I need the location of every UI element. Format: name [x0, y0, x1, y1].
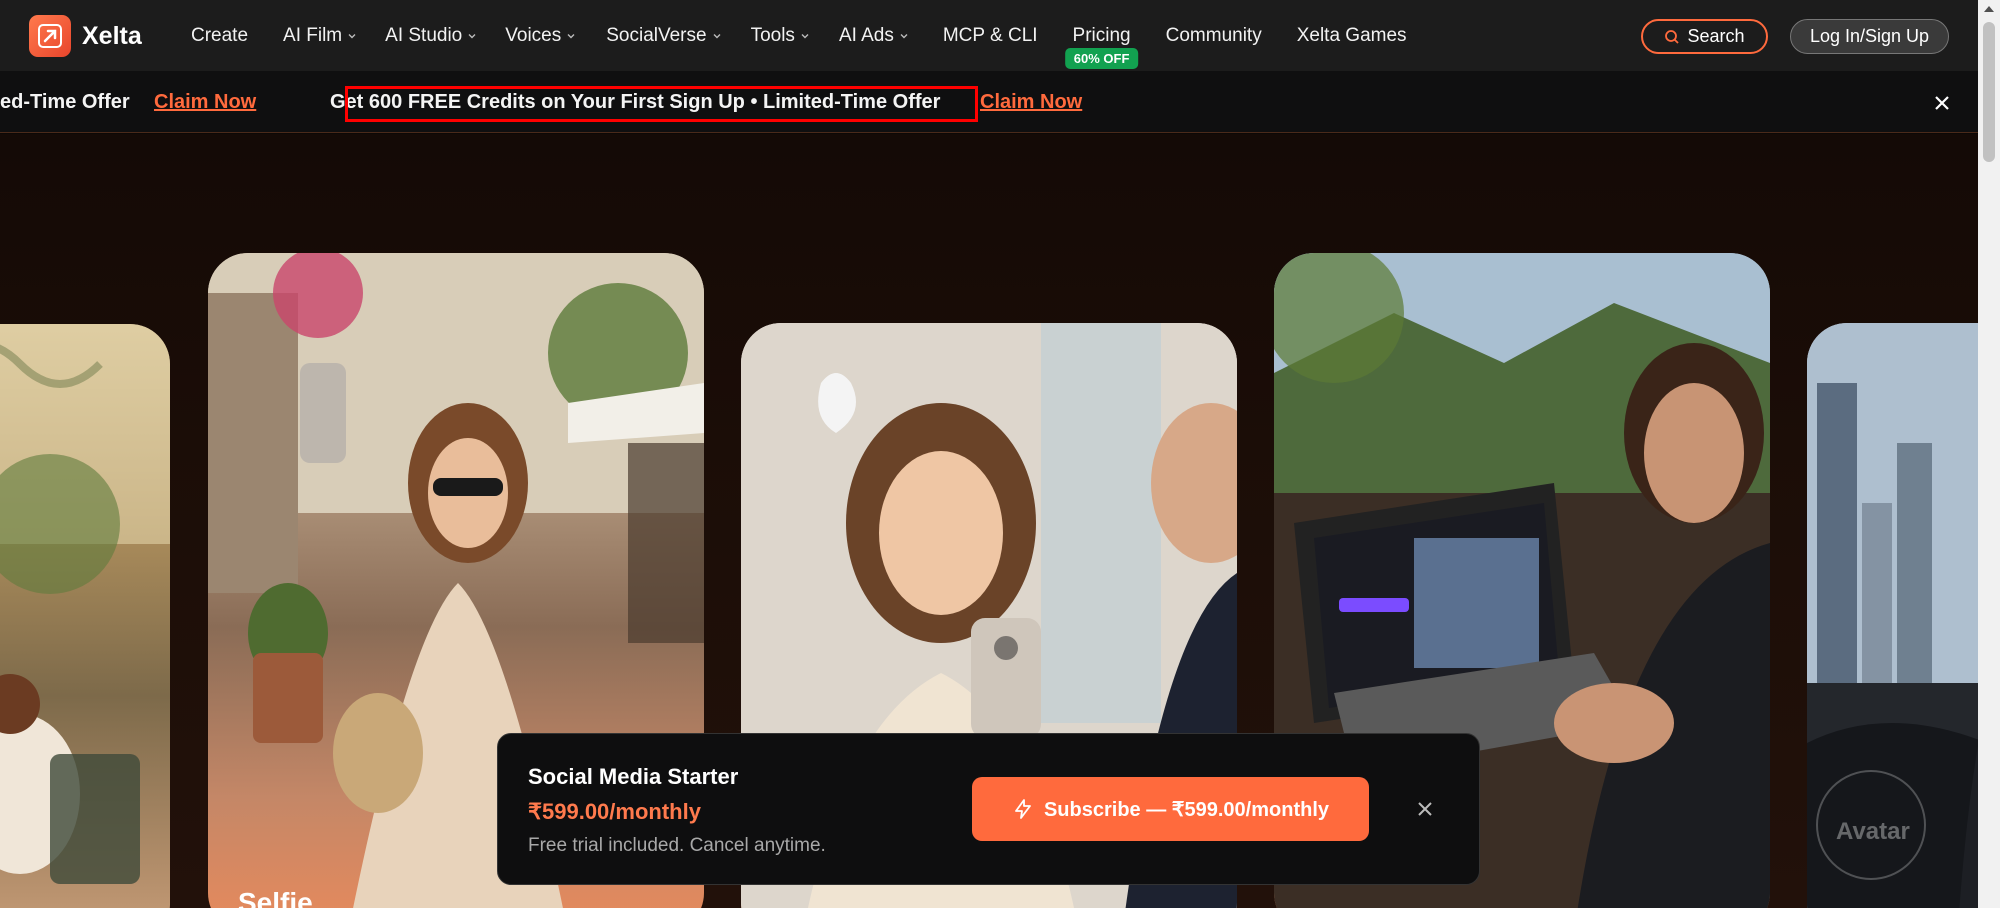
chevron-down-icon: [900, 33, 908, 38]
claim-now-link[interactable]: Claim Now: [154, 91, 256, 114]
announcement-text-partial: ed-Time Offer: [0, 91, 130, 113]
plan-price: ₹599.00/monthly: [528, 799, 701, 824]
search-button[interactable]: Search: [1641, 19, 1768, 54]
nav-item-community[interactable]: Community: [1166, 0, 1262, 71]
nav-item-xelta-games[interactable]: Xelta Games: [1297, 0, 1407, 71]
scrollbar-thumb[interactable]: [1983, 22, 1995, 162]
chevron-down-icon: [348, 33, 356, 38]
chevron-down-icon: [713, 33, 721, 38]
chevron-down-icon: [567, 33, 575, 38]
claim-now-link[interactable]: Claim Now: [980, 91, 1082, 114]
logo-icon: [29, 15, 71, 57]
nav-item-create[interactable]: Create: [191, 0, 248, 71]
lightning-icon: [1015, 799, 1031, 819]
card-label-avatar: Avatar: [1836, 818, 1910, 845]
scrollbar[interactable]: [1978, 0, 2000, 908]
nav-item-mcp-cli[interactable]: MCP & CLI: [943, 0, 1038, 71]
logo[interactable]: Xelta: [29, 15, 142, 57]
announcement-bar: ed-Time Offer Claim Now Get 600 FREE Cre…: [0, 71, 1978, 133]
scroll-up-arrow-icon[interactable]: [1984, 6, 1994, 12]
carousel-card[interactable]: [0, 324, 170, 908]
chevron-down-icon: [468, 33, 476, 38]
chevron-down-icon: [801, 33, 809, 38]
nav-item-voices[interactable]: Voices: [505, 0, 576, 71]
card-label: Selfie: [238, 887, 313, 908]
subscribe-popup: Social Media Starter ₹599.00/monthly Fre…: [497, 733, 1480, 885]
nav-item-socialverse[interactable]: SocialVerse: [606, 0, 721, 71]
discount-badge: 60% OFF: [1064, 48, 1139, 69]
nav-item-ai-film[interactable]: AI Film: [283, 0, 357, 71]
brand-name: Xelta: [82, 21, 142, 50]
card-image: [0, 324, 170, 884]
nav-item-ai-ads[interactable]: AI Ads: [839, 0, 909, 71]
nav-item-ai-studio[interactable]: AI Studio: [385, 0, 477, 71]
plan-title: Social Media Starter: [528, 764, 739, 789]
nav-item-tools[interactable]: Tools: [751, 0, 810, 71]
plan-subtitle: Free trial included. Cancel anytime.: [528, 835, 826, 856]
search-icon: [1665, 29, 1680, 44]
subscribe-button[interactable]: Subscribe — ₹599.00/monthly: [972, 777, 1369, 841]
top-nav: Xelta Create AI Film AI Studio Voices So…: [0, 0, 1978, 71]
highlight-box: [345, 86, 978, 122]
login-signup-button[interactable]: Log In/Sign Up: [1790, 19, 1949, 54]
close-icon[interactable]: [1416, 800, 1434, 818]
close-icon[interactable]: [1932, 93, 1952, 113]
nav-menu: Create AI Film AI Studio Voices SocialVe…: [191, 0, 1407, 71]
nav-item-pricing[interactable]: Pricing 60% OFF: [1064, 0, 1139, 71]
